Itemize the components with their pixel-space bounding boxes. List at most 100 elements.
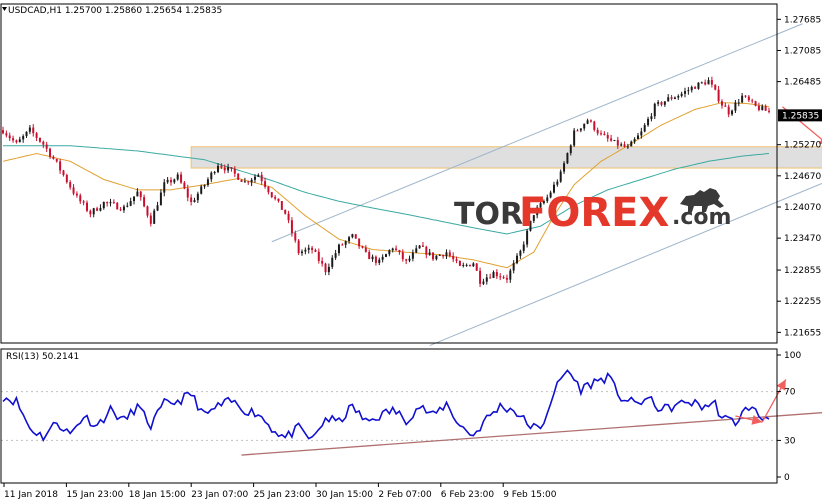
candle-body [660, 102, 663, 105]
candle-body [284, 209, 287, 214]
candle-body [139, 191, 142, 198]
candle-body [159, 192, 162, 206]
candle-body [287, 213, 290, 221]
candle-body [253, 176, 256, 180]
candle-body [358, 238, 361, 247]
candle-body [264, 181, 267, 187]
candle-body [442, 254, 445, 257]
candle-body [408, 258, 411, 261]
candle-body [768, 110, 770, 112]
resistance-zone [190, 146, 822, 169]
candle-body [52, 156, 55, 159]
candle-body [109, 202, 112, 204]
candle-body [136, 191, 139, 197]
candle-body [341, 244, 344, 246]
candle-body [509, 270, 512, 280]
candle-body [754, 101, 757, 106]
time-tick-label: 18 Jan 15:00 [129, 490, 186, 500]
candle-body [223, 167, 226, 171]
candle-body [630, 141, 633, 147]
candle-body [361, 246, 364, 248]
candle-body [684, 91, 687, 94]
time-tick-label: 30 Jan 15:00 [316, 490, 373, 500]
candle-body [667, 97, 670, 102]
candle-body [28, 127, 31, 132]
candle-body [381, 256, 384, 260]
candle-body [146, 206, 149, 216]
candle-body [657, 102, 660, 104]
candle-body [566, 153, 569, 164]
candle-body [337, 244, 340, 254]
rsi-tick-label: 30 [784, 436, 796, 446]
candle-body [133, 196, 136, 202]
candle-body [274, 197, 277, 199]
price-tick-label: 1.22855 [784, 266, 821, 276]
candle-body [559, 171, 562, 182]
candle-body [573, 130, 576, 146]
candle-body [405, 259, 408, 261]
candle-body [653, 103, 656, 117]
candle-body [196, 193, 199, 201]
candle-body [418, 245, 421, 249]
candle-body [22, 136, 25, 140]
candle-body [720, 101, 723, 106]
candle-body [344, 241, 347, 245]
candle-body [92, 208, 95, 215]
candle-body [586, 120, 589, 124]
candle-body [206, 179, 209, 185]
price-tick-label: 1.27685 [784, 15, 821, 25]
candle-body [465, 264, 468, 266]
candle-body [65, 175, 68, 183]
candle-body [499, 276, 502, 278]
candle-body [475, 263, 478, 271]
price-tick-label: 1.27085 [784, 46, 821, 56]
candle-body [2, 130, 4, 134]
price-tick-label: 1.24070 [784, 203, 821, 213]
candle-body [378, 259, 381, 263]
candle-body [479, 270, 482, 284]
candle-body [714, 84, 717, 90]
candle-body [623, 144, 626, 147]
candle-body [304, 249, 307, 252]
candle-body [747, 96, 750, 101]
candle-body [260, 174, 263, 182]
time-tick-label: 6 Feb 23:00 [441, 490, 495, 500]
candle-body [5, 133, 8, 136]
candle-body [704, 82, 707, 85]
candle-body [210, 172, 213, 180]
candle-body [126, 205, 129, 207]
time-tick-label: 23 Jan 07:00 [191, 490, 248, 500]
candle-body [458, 260, 461, 266]
candle-body [432, 252, 435, 260]
candle-body [593, 121, 596, 130]
candle-body [626, 146, 629, 148]
candle-body [311, 247, 314, 250]
candle-body [169, 179, 172, 183]
watermark-text-forex: FOREX [519, 190, 669, 236]
candle-body [217, 165, 220, 173]
candle-body [670, 97, 673, 99]
candle-body [647, 118, 650, 126]
candle-body [220, 165, 223, 168]
candle-body [45, 144, 48, 149]
candle-body [495, 272, 498, 277]
candle-body [673, 97, 676, 99]
candle-body [12, 138, 15, 141]
candle-body [250, 179, 253, 183]
candle-body [321, 260, 324, 264]
candle-body [600, 133, 603, 135]
candle-body [237, 173, 240, 180]
candle-body [395, 248, 398, 251]
candle-body [82, 201, 85, 203]
candle-body [388, 250, 391, 255]
candle-body [122, 206, 125, 211]
candle-body [411, 252, 414, 259]
candle-body [243, 181, 246, 183]
candle-body [96, 208, 99, 211]
candle-body [99, 208, 102, 211]
candle-body [301, 251, 304, 254]
candle-body [190, 197, 193, 203]
price-tick-label: 1.22255 [784, 297, 821, 307]
candle-body [327, 266, 330, 273]
candle-body [452, 255, 455, 260]
